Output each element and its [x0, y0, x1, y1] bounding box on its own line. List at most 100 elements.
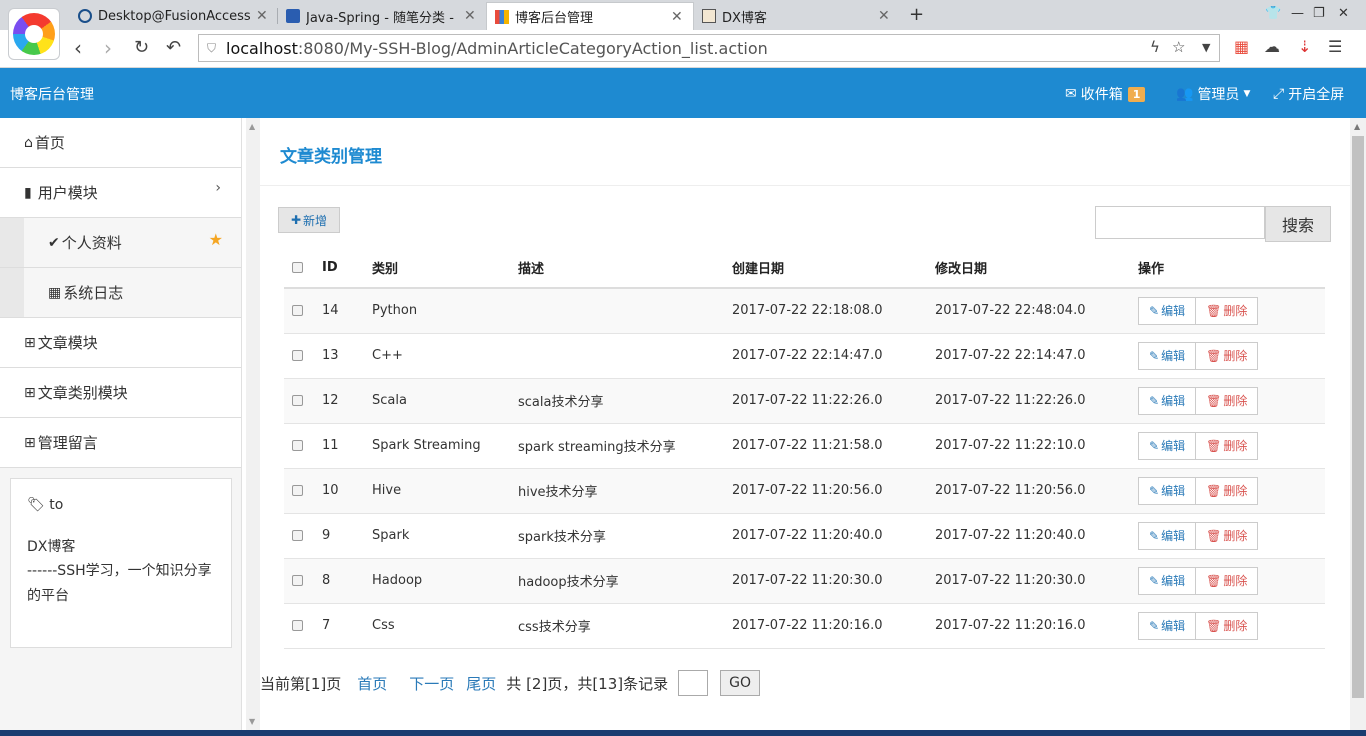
scroll-down-icon[interactable]: ▼: [249, 717, 255, 726]
star-icon[interactable]: ☆: [1172, 38, 1185, 56]
tab-blog-admin[interactable]: 博客后台管理 ✕: [486, 2, 694, 30]
apps-grid-icon[interactable]: ▦: [1234, 37, 1249, 56]
add-category-button[interactable]: ✚ 新增: [278, 207, 340, 233]
sidebar-scrollbar[interactable]: ▲ ▼: [246, 118, 260, 730]
admin-menu[interactable]: 👥 管理员 ▼: [1176, 84, 1250, 104]
edit-button[interactable]: ✎ 编辑: [1138, 431, 1197, 460]
close-tab-icon[interactable]: ✕: [878, 8, 892, 24]
tab-desktop-fusionaccess[interactable]: Desktop@FusionAccess ✕: [70, 2, 278, 30]
edit-button[interactable]: ✎ 编辑: [1138, 566, 1197, 595]
cell-category[interactable]: Hadoop: [364, 558, 510, 604]
cell-description[interactable]: spark streaming技术分享: [510, 423, 724, 469]
main-scrollbar[interactable]: ▲: [1350, 118, 1366, 730]
cloud-icon[interactable]: ☁: [1264, 37, 1280, 56]
sidebar-item-messages[interactable]: ⊞ 管理留言: [0, 418, 241, 468]
cell-description[interactable]: hive技术分享: [510, 468, 724, 514]
chevron-down-icon[interactable]: ▼: [1202, 41, 1210, 54]
edit-button[interactable]: ✎ 编辑: [1138, 476, 1197, 505]
category-table: ID 类别 描述 创建日期 修改日期 操作 14 Python 2017-07-…: [284, 248, 1325, 649]
row-checkbox[interactable]: [292, 350, 303, 361]
delete-button[interactable]: 🗑 删除: [1196, 476, 1259, 505]
undo-icon[interactable]: ↶: [166, 37, 181, 58]
edit-button[interactable]: ✎ 编辑: [1138, 611, 1197, 640]
cell-description[interactable]: [510, 288, 724, 334]
edit-button[interactable]: ✎ 编辑: [1138, 386, 1197, 415]
cell-modified: 2017-07-22 22:48:04.0: [927, 288, 1130, 334]
cell-category[interactable]: Spark: [364, 513, 510, 559]
app-brand[interactable]: 博客后台管理: [10, 84, 94, 104]
menu-icon[interactable]: ☰: [1328, 37, 1342, 56]
close-tab-icon[interactable]: ✕: [256, 8, 270, 24]
cell-modified: 2017-07-22 11:20:56.0: [927, 468, 1130, 514]
row-checkbox[interactable]: [292, 575, 303, 586]
browser-logo-icon[interactable]: [8, 8, 60, 60]
table-row: 8 Hadoop hadoop技术分享 2017-07-22 11:20:30.…: [284, 558, 1325, 604]
cell-category[interactable]: Spark Streaming: [364, 423, 510, 469]
download-icon[interactable]: ⇣: [1298, 37, 1311, 56]
cell-description[interactable]: css技术分享: [510, 603, 724, 649]
cell-description[interactable]: hadoop技术分享: [510, 558, 724, 604]
row-checkbox[interactable]: [292, 395, 303, 406]
fullscreen-button[interactable]: ⤢ 开启全屏: [1273, 84, 1344, 104]
row-checkbox[interactable]: [292, 485, 303, 496]
cell-description[interactable]: scala技术分享: [510, 378, 724, 424]
sidebar-item-system-log[interactable]: ▦ 系统日志: [0, 268, 241, 318]
cell-description[interactable]: [510, 333, 724, 379]
cell-category[interactable]: Python: [364, 288, 510, 334]
sidebar-item-category-module[interactable]: ⊞ 文章类别模块: [0, 368, 241, 418]
minimize-icon[interactable]: —: [1291, 6, 1304, 21]
delete-button[interactable]: 🗑 删除: [1196, 566, 1259, 595]
delete-button[interactable]: 🗑 删除: [1196, 341, 1259, 370]
cell-description[interactable]: spark技术分享: [510, 513, 724, 559]
close-tab-icon[interactable]: ✕: [671, 9, 685, 25]
pager-last-link[interactable]: 尾页: [466, 673, 496, 694]
inbox-link[interactable]: ✉ 收件箱 1: [1065, 84, 1146, 104]
delete-button[interactable]: 🗑 删除: [1196, 386, 1259, 415]
edit-button[interactable]: ✎ 编辑: [1138, 341, 1197, 370]
cell-category[interactable]: C++: [364, 333, 510, 379]
admin-favicon-icon: [495, 9, 509, 24]
cell-category[interactable]: Scala: [364, 378, 510, 424]
delete-button[interactable]: 🗑 删除: [1196, 431, 1259, 460]
close-tab-icon[interactable]: ✕: [464, 8, 478, 24]
lightning-icon[interactable]: ϟ: [1150, 38, 1160, 56]
search-input[interactable]: [1095, 206, 1265, 239]
scroll-up-icon[interactable]: ▲: [249, 122, 255, 131]
edit-button[interactable]: ✎ 编辑: [1138, 521, 1197, 550]
back-icon[interactable]: ‹: [74, 36, 82, 60]
row-checkbox[interactable]: [292, 620, 303, 631]
close-window-icon[interactable]: ✕: [1338, 6, 1349, 21]
forward-icon[interactable]: ›: [104, 36, 112, 60]
search-button[interactable]: 搜索: [1265, 206, 1331, 242]
row-checkbox[interactable]: [292, 530, 303, 541]
pager-next-link[interactable]: 下一页: [409, 673, 454, 694]
table-row: 7 Css css技术分享 2017-07-22 11:20:16.0 2017…: [284, 603, 1325, 649]
address-bar[interactable]: ⛉ localhost:8080/My-SSH-Blog/AdminArticl…: [198, 34, 1220, 62]
pager-first-link[interactable]: 首页: [357, 673, 387, 694]
sidebar-item-profile[interactable]: ✔ 个人资料 ★: [0, 218, 241, 268]
scrollbar-thumb[interactable]: [1352, 136, 1364, 698]
scroll-up-icon[interactable]: ▲: [1354, 122, 1360, 131]
delete-button[interactable]: 🗑 删除: [1196, 521, 1259, 550]
sidebar-item-user-module[interactable]: ▮ 用户模块 ›: [0, 168, 241, 218]
row-checkbox[interactable]: [292, 440, 303, 451]
reload-icon[interactable]: ↻: [134, 37, 149, 58]
cell-category[interactable]: Hive: [364, 468, 510, 514]
new-tab-button[interactable]: +: [909, 4, 924, 25]
go-button[interactable]: GO: [720, 670, 761, 696]
page-number-input[interactable]: [678, 670, 709, 696]
tab-dx-blog[interactable]: DX博客 ✕: [694, 2, 900, 30]
card-description: ------SSH学习，一个知识分享的平台: [27, 563, 212, 604]
sidebar-item-article-module[interactable]: ⊞ 文章模块: [0, 318, 241, 368]
edit-button[interactable]: ✎ 编辑: [1138, 296, 1197, 325]
chevron-right-icon: ›: [215, 180, 221, 196]
select-all-checkbox[interactable]: [292, 262, 303, 273]
delete-button[interactable]: 🗑 删除: [1196, 296, 1259, 325]
cell-category[interactable]: Css: [364, 603, 510, 649]
shirt-icon[interactable]: 👕: [1265, 6, 1281, 21]
maximize-icon[interactable]: ❐: [1313, 6, 1325, 21]
row-checkbox[interactable]: [292, 305, 303, 317]
tab-java-spring[interactable]: Java-Spring - 随笔分类 - c ✕: [278, 2, 486, 30]
sidebar-item-home[interactable]: ⌂ 首页: [0, 118, 241, 168]
delete-button[interactable]: 🗑 删除: [1196, 611, 1259, 640]
